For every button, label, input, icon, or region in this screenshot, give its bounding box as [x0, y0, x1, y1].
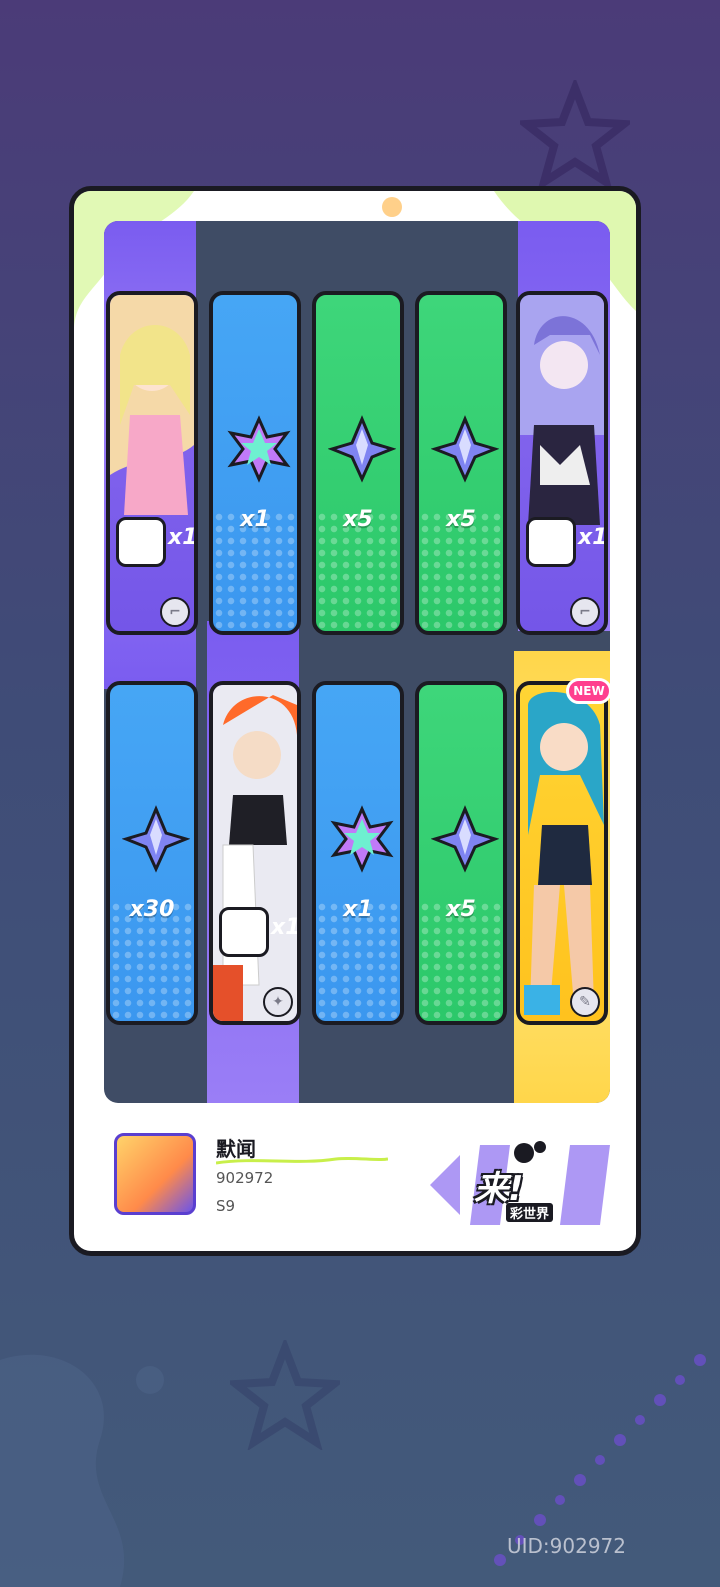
character-quantity: x1: [168, 525, 198, 550]
result-tile-item[interactable]: x5: [415, 681, 507, 1025]
result-tile-character[interactable]: x1 ⌐: [106, 291, 198, 635]
player-footer: 默闻 902972 S9 来! 彩世界: [74, 1111, 636, 1251]
bg-splash: [0, 1354, 164, 1587]
gun-icon: ⌐: [570, 597, 600, 627]
result-tile-item[interactable]: x1: [209, 291, 301, 635]
result-tile-item[interactable]: x5: [415, 291, 507, 635]
gacha-result-board: x1 ⌐ x1 x5 x5 x1 ⌐ x30 x1 ✦ x1 x5 ✎: [104, 221, 610, 1103]
item-quantity: x5: [446, 507, 476, 532]
bg-star-bottom-icon: [230, 1340, 340, 1450]
bg-star-top-icon: [520, 80, 630, 190]
result-tile-character-new[interactable]: ✎: [516, 681, 608, 1025]
item-quantity: x30: [129, 897, 175, 922]
result-tile-item[interactable]: x30: [106, 681, 198, 1025]
character-badge: [526, 517, 576, 567]
item-quantity: x1: [240, 507, 270, 532]
character-portrait-blonde: [110, 295, 194, 515]
new-badge: NEW: [566, 678, 612, 704]
blue-star-gem-icon: [328, 415, 396, 483]
blue-star-gem-icon: [122, 805, 190, 873]
item-quantity: x5: [343, 507, 373, 532]
name-underline: [216, 1157, 388, 1165]
result-tile-character[interactable]: x1 ✦: [209, 681, 301, 1025]
blue-star-gem-icon: [431, 805, 499, 873]
blue-star-gem-icon: [431, 415, 499, 483]
item-quantity: x5: [446, 897, 476, 922]
sword-icon: ✦: [263, 987, 293, 1017]
character-badge: [219, 907, 269, 957]
character-quantity: x1: [578, 525, 608, 550]
avatar[interactable]: [114, 1133, 196, 1215]
rainbow-leaf-gem-icon: [330, 805, 394, 873]
gun-icon: ⌐: [160, 597, 190, 627]
character-portrait-purple-hair: [520, 295, 604, 525]
season-label: S9: [216, 1197, 236, 1215]
share-card: x1 ⌐ x1 x5 x5 x1 ⌐ x30 x1 ✦ x1 x5 ✎ NEW …: [69, 186, 641, 1256]
item-quantity: x1: [343, 897, 373, 922]
result-tile-character[interactable]: x1 ⌐: [516, 291, 608, 635]
uid-label: UID:902972: [506, 1534, 626, 1558]
player-id: 902972: [216, 1169, 274, 1187]
character-quantity: x1: [271, 915, 301, 940]
character-portrait-teal-hair: [524, 691, 604, 1015]
character-portrait-white-hair: [213, 685, 297, 1021]
rainbow-leaf-gem-icon: [227, 415, 291, 483]
result-tile-item[interactable]: x5: [312, 291, 404, 635]
brush-icon: ✎: [570, 987, 600, 1017]
result-tile-item[interactable]: x1: [312, 681, 404, 1025]
game-logo-subtitle: 彩世界: [506, 1203, 554, 1222]
character-badge: [116, 517, 166, 567]
